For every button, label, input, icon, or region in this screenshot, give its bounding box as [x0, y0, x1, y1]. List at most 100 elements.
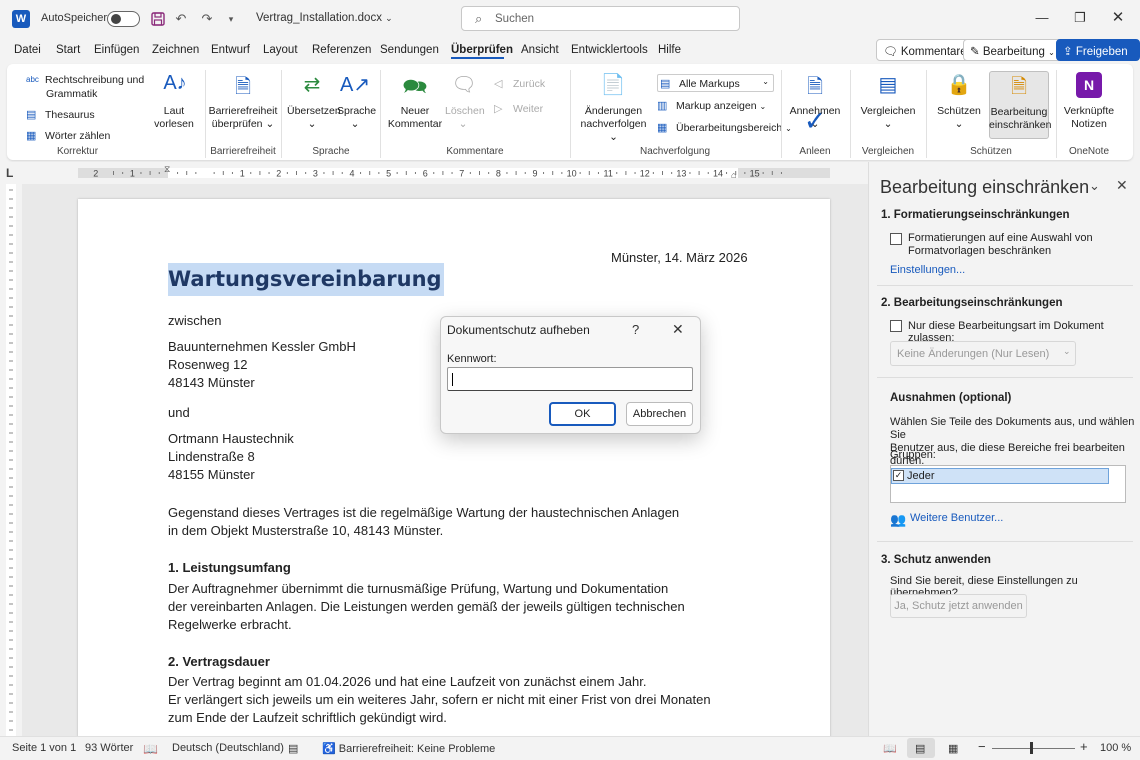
ok-button[interactable]: OK	[549, 402, 616, 426]
minimize-button[interactable]: —	[1032, 10, 1052, 25]
settings-link[interactable]: Einstellungen...	[890, 264, 965, 276]
tab-ansicht[interactable]: Ansicht	[521, 44, 559, 56]
compare-button[interactable]: Vergleichen ⌄	[856, 105, 920, 131]
quick-access-dropdown-icon[interactable]: ▾	[222, 10, 240, 28]
tab-sendungen[interactable]: Sendungen	[380, 44, 439, 56]
word-count[interactable]: 93 Wörter	[85, 742, 133, 754]
close-window-button[interactable]: ✕	[1108, 8, 1128, 26]
show-markup-button[interactable]: ▥ Markup anzeigen ⌄	[657, 99, 766, 112]
tab-selector[interactable]: L	[6, 166, 13, 180]
zoom-slider[interactable]	[992, 748, 1075, 749]
accessibility-check-button[interactable]: Barrierefreiheit überprüfen ⌄	[208, 105, 278, 131]
read-aloud-button[interactable]: Laut vorlesen	[150, 105, 198, 131]
tab-ueberpruefen[interactable]: Überprüfen	[451, 44, 513, 56]
pane-options-icon[interactable]: ⌄	[1089, 178, 1100, 194]
zoom-level[interactable]: 100 %	[1100, 742, 1131, 754]
accept-button[interactable]: Annehmen ⌄	[786, 105, 844, 131]
tab-start[interactable]: Start	[56, 44, 80, 56]
translate-button[interactable]: Übersetzen ⌄	[287, 105, 341, 131]
protect-button[interactable]: Schützen ⌄	[933, 105, 985, 131]
tab-referenzen[interactable]: Referenzen	[312, 44, 371, 56]
tab-layout[interactable]: Layout	[263, 44, 298, 56]
maximize-button[interactable]: ❐	[1070, 10, 1090, 26]
group-label-sprache: Sprache	[312, 146, 350, 157]
kommentare-button[interactable]: 🗨 Kommentare	[876, 39, 974, 61]
ruler-number: 6	[423, 169, 428, 179]
edit-type-select[interactable]: Keine Änderungen (Nur Lesen) ⌄	[890, 341, 1076, 366]
ruler-number: 7	[459, 169, 464, 179]
read-mode-icon[interactable]: 📖	[883, 742, 897, 755]
tab-zeichnen[interactable]: Zeichnen	[152, 44, 199, 56]
ruler-number: 4	[349, 169, 354, 179]
word-count-button[interactable]: ▦ Wörter zählen	[26, 129, 110, 142]
pane-close-icon[interactable]: ✕	[1116, 177, 1128, 194]
previous-comment-button[interactable]: ◁ Zurück	[494, 77, 545, 90]
zoom-slider-thumb[interactable]	[1030, 742, 1033, 754]
tab-einfuegen[interactable]: Einfügen	[94, 44, 139, 56]
markup-select[interactable]: ▤ Alle Markups ⌄	[657, 74, 774, 92]
gegenstand-line: Gegenstand dieses Vertrages ist die rege…	[168, 505, 680, 520]
search-icon: ⌕	[475, 11, 483, 26]
next-comment-button[interactable]: ▷ Weiter	[494, 102, 543, 115]
delete-comment-button[interactable]: Löschen ⌄	[445, 105, 485, 131]
jeder-label: Jeder	[907, 470, 935, 482]
print-layout-icon[interactable]: ▤	[915, 742, 925, 755]
password-input[interactable]	[447, 367, 693, 391]
save-icon[interactable]	[149, 10, 167, 28]
section2-title: 2. Vertragsdauer	[168, 654, 270, 669]
reviewing-pane-button[interactable]: ▦ Überarbeitungsbereich ⌄	[657, 121, 792, 134]
edit-restrictions-checkbox[interactable]	[890, 320, 902, 332]
thesaurus-button[interactable]: ▤ Thesaurus	[26, 108, 95, 121]
zoom-in-icon[interactable]: +	[1080, 739, 1088, 754]
cancel-button[interactable]: Abbrechen	[626, 402, 693, 426]
track-changes-button[interactable]: Änderungen nachverfolgen ⌄	[576, 105, 651, 144]
tab-hilfe[interactable]: Hilfe	[658, 44, 681, 56]
accessibility-check-icon: 🗎	[234, 76, 252, 98]
apply-protection-button[interactable]: Ja, Schutz jetzt anwenden	[890, 594, 1027, 618]
spelling-grammar-button[interactable]: abc Rechtschreibung und Grammatik	[26, 73, 144, 101]
pencil-icon: ✎	[970, 46, 980, 58]
ruler-number: 5	[386, 169, 391, 179]
new-comment-button[interactable]: Neuer Kommentar	[385, 105, 445, 131]
web-layout-icon[interactable]: ▦	[948, 742, 958, 755]
autosave-toggle[interactable]	[107, 11, 140, 27]
undo-icon[interactable]: ↶	[172, 10, 190, 28]
bearbeitung-button[interactable]: ✎ Bearbeitung ⌄	[963, 39, 1062, 61]
first-line-indent-marker[interactable]: ⧖	[164, 164, 170, 175]
right-indent-marker[interactable]: ⌂	[731, 170, 736, 180]
format-restrictions-checkbox[interactable]	[890, 233, 902, 245]
focus-icon[interactable]: ▤	[288, 742, 298, 755]
tab-entwicklertools[interactable]: Entwicklertools	[571, 44, 648, 56]
accessibility-status[interactable]: ♿ Barrierefreiheit: Keine Probleme	[322, 742, 495, 755]
pane-divider	[877, 285, 1133, 286]
ribbon-separator	[850, 70, 851, 158]
proofing-icon[interactable]: 📖	[143, 742, 158, 756]
group-label-korrektur: Korrektur	[56, 146, 99, 157]
autosave-label: AutoSpeichern	[41, 12, 114, 24]
language-status[interactable]: Deutsch (Deutschland)	[172, 742, 284, 754]
group-label-barrierefreiheit: Barrierefreiheit	[210, 146, 276, 157]
linked-notes-button[interactable]: Verknüpfte Notizen	[1060, 105, 1118, 131]
jeder-checkbox[interactable]: ✓	[893, 470, 904, 481]
page-count[interactable]: Seite 1 von 1	[12, 742, 76, 754]
group-label-kommentare: Kommentare	[446, 146, 504, 157]
search-box[interactable]: ⌕ Suchen	[461, 6, 740, 31]
restrict-editing-icon: 🗎	[1010, 76, 1028, 98]
tab-datei[interactable]: Datei	[14, 44, 41, 56]
freigeben-button[interactable]: ⇪ Freigeben ⌄	[1056, 39, 1140, 69]
markup-icon: ▤	[660, 78, 671, 90]
help-icon[interactable]: ?	[632, 322, 639, 337]
pane-divider	[877, 377, 1133, 378]
tab-entwurf[interactable]: Entwurf	[211, 44, 250, 56]
reviewing-pane-icon: ▦	[657, 122, 668, 134]
document-title[interactable]: Vertrag_Installation.docx ⌄	[256, 12, 393, 24]
dialog-close-icon[interactable]: ✕	[672, 321, 684, 338]
translate-icon: ⇄	[303, 74, 321, 96]
zoom-out-icon[interactable]: −	[978, 739, 986, 754]
more-users-link[interactable]: Weitere Benutzer...	[910, 512, 1003, 524]
group-label-onenote: OneNote	[1068, 146, 1110, 157]
onenote-icon: N	[1076, 72, 1102, 98]
comment-icon: 🗨	[883, 46, 898, 58]
language-button[interactable]: Sprache ⌄	[337, 105, 376, 131]
redo-icon[interactable]: ↷	[198, 10, 216, 28]
